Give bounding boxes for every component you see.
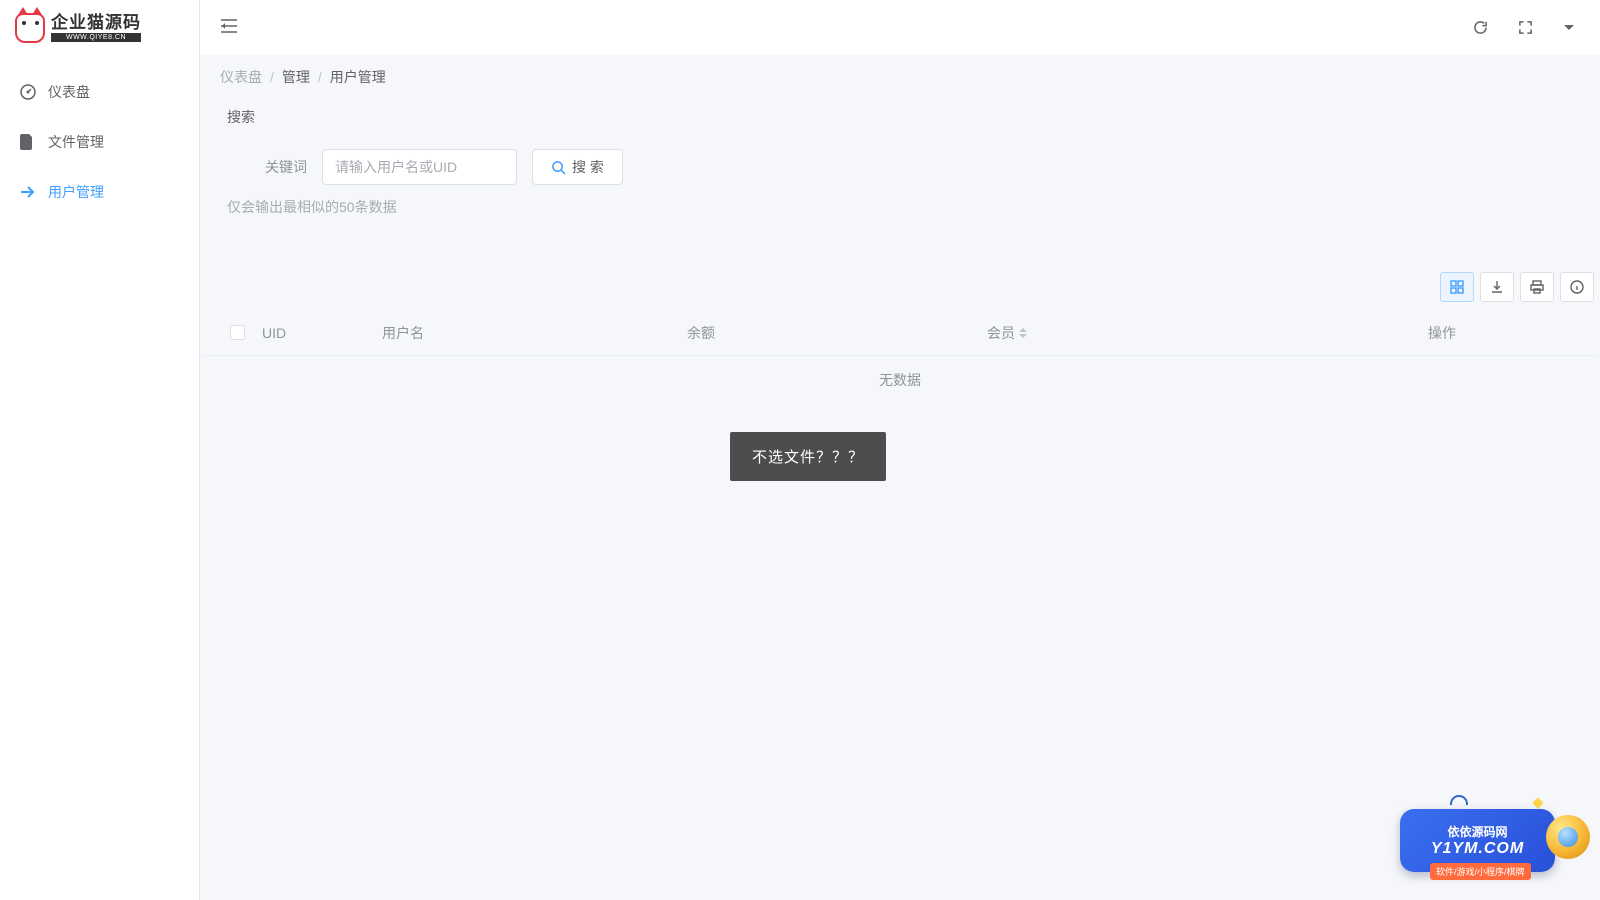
col-member[interactable]: 会员 [987,323,1357,343]
search-panel: 搜索 关键词 搜 索 仅会输出最相似的50条数据 [212,99,1588,217]
breadcrumb: 仪表盘 / 管理 / 用户管理 [200,55,1600,99]
sidebar: 企业猫源码 WWW.QIYE8.CN 仪表盘 文件管理 用户管理 [0,0,200,900]
breadcrumb-item[interactable]: 管理 [282,67,310,87]
sort-icon [1019,328,1027,338]
search-title: 搜索 [212,99,1588,131]
sidebar-item-label: 文件管理 [48,132,104,152]
cat-logo-icon [15,13,45,43]
col-balance[interactable]: 余额 [687,323,987,343]
brand-logo[interactable]: 企业猫源码 WWW.QIYE8.CN [0,0,199,55]
col-member-label: 会员 [987,323,1015,343]
search-button[interactable]: 搜 索 [532,149,623,185]
breadcrumb-sep: / [318,69,322,85]
fullscreen-icon[interactable] [1518,20,1533,35]
sidebar-item-dashboard[interactable]: 仪表盘 [0,67,199,117]
table-empty-text: 无数据 [202,356,1598,408]
share-icon [20,185,36,199]
decor-diamond [1532,797,1543,808]
print-button[interactable] [1520,272,1554,302]
table-area: UID 用户名 余额 会员 操作 无数据 [200,272,1600,408]
breadcrumb-sep: / [270,69,274,85]
search-button-label: 搜 索 [572,157,604,177]
print-icon [1530,280,1544,294]
decor-arc [1450,795,1468,805]
search-row: 关键词 搜 索 [212,131,1588,193]
breadcrumb-root[interactable]: 仪表盘 [220,67,262,87]
watermark-orb-icon [1546,815,1590,859]
table-tools [202,272,1598,310]
sidebar-item-files[interactable]: 文件管理 [0,117,199,167]
search-hint: 仅会输出最相似的50条数据 [212,193,1588,217]
sidebar-item-label: 仪表盘 [48,82,90,102]
file-icon [20,134,36,150]
brand-name: 企业猫源码 [51,14,141,31]
info-button[interactable] [1560,272,1594,302]
watermark-title: 依依源码网 [1447,823,1507,840]
col-ops: 操作 [1428,323,1588,343]
refresh-icon[interactable] [1473,20,1488,35]
watermark-tag: 软件/游戏/小程序/棋牌 [1430,863,1531,880]
topbar [200,0,1600,55]
brand-sub: WWW.QIYE8.CN [51,33,141,42]
sidebar-item-label: 用户管理 [48,182,104,202]
search-icon [551,160,566,175]
dark-tooltip: 不选文件？？？ [730,432,886,481]
info-icon [1570,280,1584,294]
watermark-badge: 依依源码网 Y1YM.COM 软件/游戏/小程序/棋牌 [1390,795,1590,880]
select-all-cell [212,325,262,340]
watermark-domain: Y1YM.COM [1431,840,1524,858]
download-icon [1490,280,1504,294]
keyword-label: 关键词 [227,157,307,177]
sidebar-collapse-button[interactable] [220,18,238,37]
col-uid[interactable]: UID [262,325,382,341]
nav-list: 仪表盘 文件管理 用户管理 [0,55,199,217]
main-content: 仪表盘 / 管理 / 用户管理 搜索 关键词 搜 索 仅会输出最相似的50条数据 [200,55,1600,900]
card-view-icon [1450,280,1464,294]
dashboard-icon [20,84,36,100]
brand-text: 企业猫源码 WWW.QIYE8.CN [51,14,141,42]
select-all-checkbox[interactable] [230,325,245,340]
sidebar-item-users[interactable]: 用户管理 [0,167,199,217]
caret-down-icon[interactable] [1563,24,1575,32]
download-button[interactable] [1480,272,1514,302]
card-view-button[interactable] [1440,272,1474,302]
breadcrumb-current: 用户管理 [330,67,386,87]
table-header: UID 用户名 余额 会员 操作 [202,310,1598,356]
keyword-input[interactable] [322,149,517,185]
col-username[interactable]: 用户名 [382,323,687,343]
